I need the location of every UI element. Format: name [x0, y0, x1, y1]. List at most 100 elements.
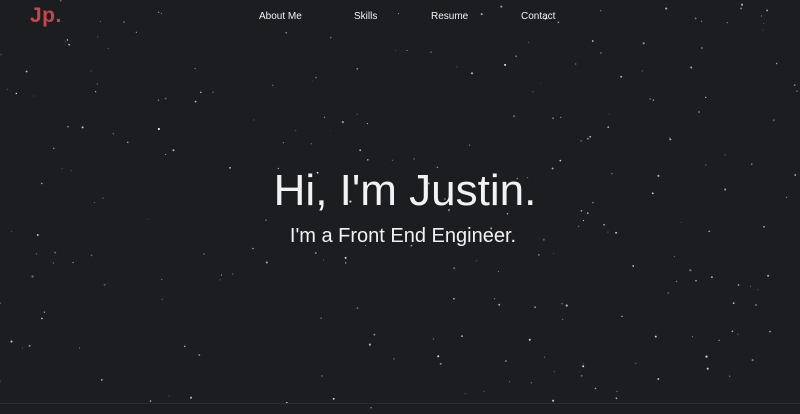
star-dot	[796, 90, 798, 92]
star-dot	[359, 149, 362, 152]
star-dot	[66, 39, 69, 41]
star-dot	[468, 144, 471, 146]
star-dot	[219, 279, 221, 281]
hero-subtitle: I'm a Front End Engineer.	[289, 225, 517, 247]
star-dot	[0, 53, 2, 56]
star-dot	[164, 97, 167, 100]
nav-link-skills[interactable]: Skills	[354, 11, 377, 22]
star-dot	[413, 158, 415, 160]
star-dot	[724, 154, 726, 156]
star-dot	[740, 3, 744, 6]
star-dot	[332, 397, 335, 400]
star-dot	[15, 92, 18, 95]
star-dot	[184, 345, 186, 347]
star-dot	[553, 252, 554, 254]
star-dot	[632, 265, 635, 267]
star-dot	[79, 347, 81, 349]
star-dot	[528, 41, 530, 43]
star-dot	[755, 304, 757, 306]
star-dot	[769, 330, 771, 333]
star-dot	[775, 62, 778, 65]
star-dot	[690, 66, 693, 69]
star-dot	[22, 347, 24, 349]
star-dot	[320, 317, 322, 319]
star-dot	[497, 270, 499, 272]
star-dot	[620, 75, 623, 78]
star-dot	[701, 47, 703, 49]
star-dot	[737, 284, 740, 286]
star-dot	[635, 362, 637, 364]
star-dot	[504, 63, 507, 66]
star-dot	[616, 390, 618, 393]
star-dot	[504, 360, 507, 363]
star-dot	[498, 303, 501, 306]
star-dot	[96, 83, 98, 85]
star-dot	[673, 255, 675, 257]
star-dot	[393, 358, 395, 360]
star-dot	[500, 5, 503, 8]
star-dot	[107, 47, 109, 50]
star-dot	[199, 91, 202, 94]
star-dot	[28, 344, 31, 347]
star-dot	[168, 395, 170, 397]
star-dot	[652, 99, 655, 101]
star-dot	[194, 67, 196, 70]
star-dot	[90, 254, 93, 257]
star-dot	[552, 399, 555, 402]
star-dot	[94, 91, 97, 93]
star-dot	[366, 123, 368, 125]
star-dot	[391, 159, 393, 161]
star-dot	[740, 7, 743, 10]
star-dot	[367, 159, 369, 161]
star-dot	[311, 80, 313, 82]
star-dot	[41, 317, 43, 320]
star-dot	[464, 393, 466, 395]
star-dot	[406, 50, 408, 52]
star-dot	[711, 276, 713, 278]
nav-link-resume[interactable]: Resume	[431, 11, 468, 22]
star-dot	[728, 375, 731, 377]
star-dot	[589, 135, 592, 138]
star-dot	[705, 96, 707, 99]
nav-link-about-me[interactable]: About Me	[259, 11, 302, 22]
star-dot	[494, 298, 496, 300]
star-dot	[370, 407, 372, 409]
star-dot	[43, 311, 46, 313]
star-dot	[310, 143, 313, 145]
star-dot	[282, 142, 284, 144]
star-dot	[594, 387, 597, 390]
star-dot	[515, 55, 517, 57]
star-dot	[0, 380, 1, 382]
star-dot	[561, 302, 563, 305]
page: Jp. About Me Skills Resume Contact Hi, I…	[0, 0, 800, 414]
nav-link-contact[interactable]: Contact	[521, 11, 555, 22]
star-dot	[757, 289, 759, 291]
star-dot	[470, 72, 474, 75]
star-dot	[203, 253, 205, 255]
star-dot	[194, 100, 197, 103]
star-dot	[461, 335, 463, 337]
star-dot	[718, 339, 720, 341]
star-dot	[59, 0, 62, 2]
star-dot	[10, 340, 13, 343]
star-dot	[344, 256, 347, 259]
star-dot	[35, 253, 37, 255]
star-dot	[793, 84, 796, 86]
star-dot	[528, 338, 531, 341]
star-dot	[580, 374, 583, 377]
star-dot	[161, 298, 163, 300]
star-dot	[580, 139, 583, 142]
star-dot	[220, 274, 222, 276]
star-dot	[582, 362, 584, 364]
star-dot	[161, 278, 163, 280]
star-dot	[544, 356, 546, 358]
star-dot	[90, 70, 92, 72]
star-dot	[53, 147, 55, 150]
star-dot	[25, 70, 28, 73]
star-dot	[126, 141, 129, 144]
star-dot	[751, 359, 754, 362]
star-dot	[578, 371, 580, 373]
star-dot	[439, 362, 442, 365]
star-dot	[157, 99, 160, 101]
star-dot	[330, 129, 332, 131]
